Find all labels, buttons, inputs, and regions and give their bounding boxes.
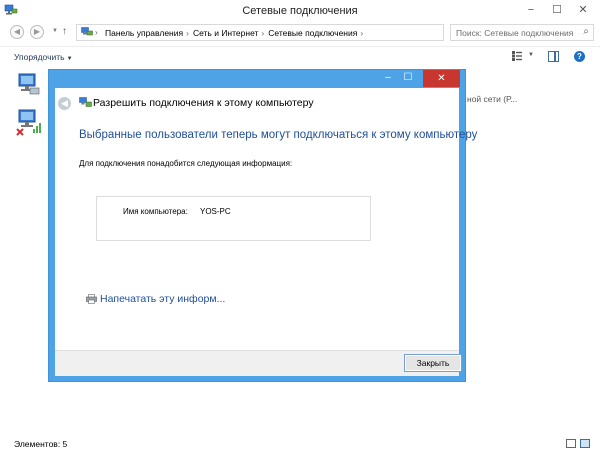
control-panel-icon <box>81 27 93 36</box>
dialog-body: ◀ Разрешить подключения к этому компьюте… <box>55 88 477 376</box>
address-bar[interactable]: › Панель управления › Сеть и Интернет › Сете… <box>76 24 518 41</box>
dialog-footer: Закрыть <box>55 350 462 376</box>
organize-button[interactable]: Упорядочить ▼ <box>14 52 73 62</box>
main-instruction: Выбранные пользователи теперь могут подк… <box>79 129 478 141</box>
search-placeholder: Поиск: Сетевые подключения <box>456 28 574 38</box>
breadcrumb-separator: › <box>95 28 98 37</box>
preview-pane-icon[interactable] <box>548 51 559 62</box>
change-view-icon[interactable] <box>512 51 522 61</box>
command-bar: Упорядочить ▼ ▼ ? <box>0 46 600 66</box>
chevron-down-icon: ▼ <box>66 56 73 62</box>
info-label: Для подключения понадобится следующая ин… <box>79 159 293 168</box>
back-icon[interactable]: ◀ <box>10 25 24 39</box>
printer-icon <box>86 294 97 304</box>
search-icon[interactable]: ⌕ <box>583 26 589 37</box>
close-dialog-button[interactable]: ✕ <box>423 70 460 87</box>
forward-icon[interactable]: ▶ <box>30 25 44 39</box>
address-row: ◀ ▶ ▼ ↑ › Панель управления › Сеть и Интер… <box>0 22 600 44</box>
computer-name-value: YOS-PC <box>200 207 231 216</box>
network-connections-icon <box>79 97 92 107</box>
computer-info-box: Имя компьютера: YOS-PC <box>96 196 371 241</box>
computer-name-label: Имя компьютера: <box>123 207 188 216</box>
dialog-header: ◀ Разрешить подключения к этому компьюте… <box>55 88 459 118</box>
minimize-button[interactable]: – <box>381 71 395 85</box>
chevron-down-icon[interactable]: ▼ <box>528 52 534 58</box>
network-adapter-icon[interactable] <box>16 108 42 138</box>
explorer-titlebar: Сетевые подключения − ☐ ✕ <box>0 0 600 22</box>
close-window-button[interactable]: ✕ <box>572 2 594 18</box>
dialog-title: Разрешить подключения к этому компьютеру <box>93 97 314 109</box>
breadcrumb-separator: › <box>186 28 189 38</box>
recent-locations-dropdown[interactable]: ▼ <box>52 28 58 34</box>
minimize-button[interactable]: − <box>520 2 542 18</box>
maximize-button[interactable]: ☐ <box>546 2 568 18</box>
search-input[interactable]: Поиск: Сетевые подключения ⌕ <box>450 24 594 41</box>
organize-label: Упорядочить <box>14 52 65 62</box>
network-adapter-icon[interactable] <box>16 72 42 98</box>
print-info-link[interactable]: Напечатать эту информ... <box>100 293 225 305</box>
details-view-icon[interactable] <box>566 439 576 448</box>
breadcrumb-item[interactable]: Панель управления <box>105 28 183 38</box>
back-icon[interactable]: ◀ <box>58 97 71 110</box>
help-icon[interactable]: ? <box>574 51 585 62</box>
breadcrumb-separator: › <box>261 28 265 38</box>
connection-description: ной сети (Р... <box>467 94 518 104</box>
breadcrumb-item[interactable]: Сеть и Интернет <box>193 28 258 38</box>
item-count: Элементов: 5 <box>14 439 68 449</box>
allow-connections-dialog: – ☐ ✕ ◀ Разрешить подключения к этому ко… <box>48 69 477 382</box>
window-title: Сетевые подключения <box>242 5 358 17</box>
breadcrumb: Панель управления › Сеть и Интернет › Сетевы… <box>105 28 367 38</box>
breadcrumb-item[interactable]: Сетевые подключения <box>268 28 357 38</box>
up-arrow-icon[interactable]: ↑ <box>62 26 67 37</box>
large-icons-view-icon[interactable] <box>580 439 590 448</box>
maximize-button[interactable]: ☐ <box>401 71 415 85</box>
status-bar: Элементов: 5 <box>0 432 600 455</box>
breadcrumb-separator: › <box>360 28 364 38</box>
close-button[interactable]: Закрыть <box>404 354 462 372</box>
